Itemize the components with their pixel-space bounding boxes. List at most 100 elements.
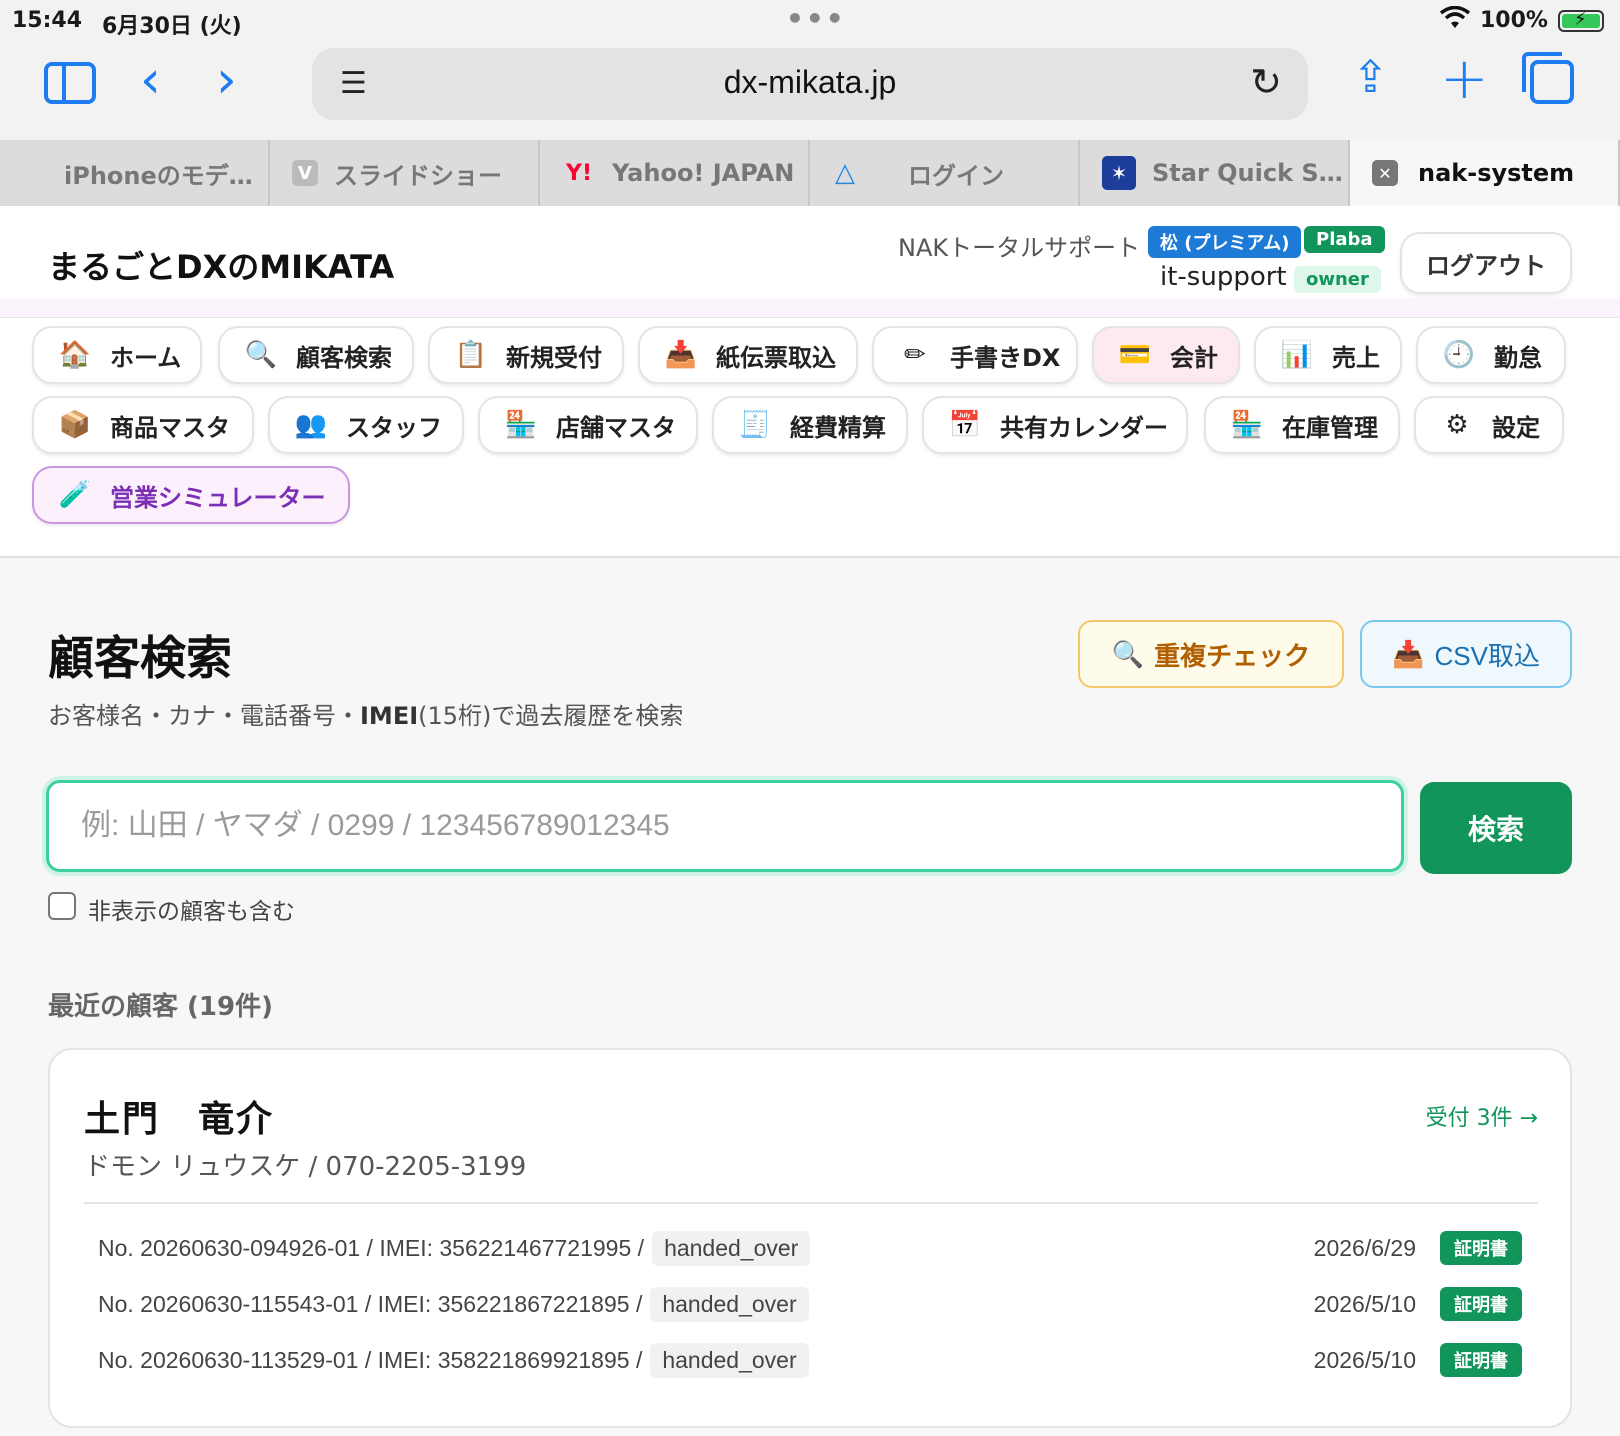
role-badge: owner: [1294, 266, 1381, 293]
nav-sales-simulator[interactable]: 🧪 営業シミュレーター: [32, 466, 350, 524]
wifi-icon: [1440, 6, 1470, 28]
apple-icon: [22, 160, 48, 186]
csv-import-button[interactable]: 📥 CSV取込: [1360, 620, 1572, 688]
clipboard-icon: 📋: [454, 340, 488, 370]
certificate-button[interactable]: 証明書: [1440, 1287, 1522, 1321]
nav-attendance[interactable]: 🕘 勤怠: [1416, 326, 1566, 384]
share-icon[interactable]: ⇪: [1352, 52, 1389, 103]
status-date: 6月30日 (火): [102, 14, 242, 39]
tab-strip: iPhoneのモデ… V スライドショー Y! Yahoo! JAPAN △ ロ…: [0, 140, 1620, 206]
nav-home[interactable]: 🏠 ホーム: [32, 326, 202, 384]
customer-card[interactable]: 土門 竜介 ドモン リュウスケ / 070-2205-3199 受付 3件 → …: [48, 1048, 1572, 1428]
nav-new-reception[interactable]: 📋 新規受付: [428, 326, 624, 384]
inbox-tray-icon: 📥: [1392, 638, 1425, 669]
sidebar-toggle-icon[interactable]: [44, 62, 96, 104]
record-number: No. 20260630-113529-01 / IMEI: 358221869…: [98, 1346, 643, 1373]
forward-icon[interactable]: ›: [216, 50, 237, 110]
nav-paper-import[interactable]: 📥 紙伝票取込: [638, 326, 858, 384]
battery-icon: ⚡: [1558, 9, 1604, 32]
app-header: まるごとDXのMIKATA NAKトータルサポート 松 (プレミアム) Plab…: [0, 206, 1620, 298]
nav-label: 在庫管理: [1282, 413, 1378, 442]
include-hidden-checkbox[interactable]: [48, 892, 76, 920]
reception-record[interactable]: No. 20260630-094926-01 / IMEI: 356221467…: [98, 1226, 1522, 1270]
nav-product-master[interactable]: 📦 商品マスタ: [32, 396, 254, 454]
tab-login[interactable]: △ ログイン: [810, 140, 1080, 206]
nav-label: 紙伝票取込: [716, 343, 836, 372]
nav-label: 共有カレンダー: [1000, 413, 1168, 442]
tab-nak-system[interactable]: ✕ nak-system: [1350, 140, 1620, 206]
star-quick-icon: ✶: [1102, 156, 1136, 190]
customer-name[interactable]: 土門 竜介: [84, 1090, 274, 1142]
certificate-button[interactable]: 証明書: [1440, 1343, 1522, 1377]
record-number: No. 20260630-115543-01 / IMEI: 356221867…: [98, 1290, 643, 1317]
bar-chart-icon: 📊: [1280, 340, 1314, 370]
package-icon: 📦: [58, 410, 92, 440]
recent-customers-heading: 最近の顧客 (19件): [48, 992, 273, 1022]
reception-record[interactable]: No. 20260630-115543-01 / IMEI: 356221867…: [98, 1282, 1522, 1326]
drive-icon: △: [835, 158, 855, 188]
include-hidden-label[interactable]: 非表示の顧客も含む: [88, 892, 295, 926]
status-bar: 15:44 6月30日 (火) ••• 100% ⚡: [0, 0, 1620, 42]
close-icon[interactable]: ✕: [1372, 160, 1398, 186]
pencil-icon: ✏: [904, 340, 926, 370]
nav-customer-search[interactable]: 🔍 顧客検索: [218, 326, 414, 384]
duplicate-check-label: 重複チェック: [1154, 640, 1311, 671]
brand-title[interactable]: まるごとDXのMIKATA: [48, 242, 394, 288]
record-date: 2026/6/29: [1313, 1234, 1416, 1261]
reload-icon[interactable]: ↻: [1250, 60, 1282, 104]
multitask-dots-icon[interactable]: •••: [786, 2, 846, 35]
nav-sales[interactable]: 📊 売上: [1254, 326, 1402, 384]
credit-card-icon: 💳: [1118, 340, 1152, 370]
yahoo-icon: Y!: [566, 160, 592, 186]
customer-search-input[interactable]: [46, 780, 1404, 872]
tabs-overview-icon[interactable]: [1522, 52, 1574, 104]
v-icon: V: [292, 160, 318, 186]
page-subtitle: お客様名・カナ・電話番号・IMEI(15桁)で過去履歴を検索: [48, 696, 683, 731]
status-badge: handed_over: [650, 1342, 809, 1378]
new-tab-icon[interactable]: +: [1440, 44, 1489, 112]
tab-iphone-models[interactable]: iPhoneのモデ…: [0, 140, 270, 206]
address-bar[interactable]: ☰ dx-mikata.jp ↻: [312, 48, 1308, 120]
people-icon: 👥: [294, 410, 328, 440]
nav-accounting[interactable]: 💳 会計: [1092, 326, 1240, 384]
gear-icon: ⚙: [1445, 410, 1469, 440]
calendar-icon: 📅: [948, 410, 982, 440]
subtitle-text-tail: (15桁)で過去履歴を検索: [418, 702, 684, 730]
receipt-icon: 🧾: [738, 410, 772, 440]
record-date: 2026/5/10: [1313, 1290, 1416, 1317]
main-nav: 🏠 ホーム 🔍 顧客検索 📋 新規受付 📥 紙伝票取込 ✏ 手書きDX 💳 会計…: [0, 318, 1620, 558]
back-icon[interactable]: ‹: [140, 50, 161, 110]
tab-label: Yahoo! JAPAN: [612, 159, 795, 187]
customer-kana-phone: ドモン リュウスケ / 070-2205-3199: [84, 1152, 527, 1182]
tab-star-quick[interactable]: ✶ Star Quick S…: [1080, 140, 1350, 206]
nav-shared-calendar[interactable]: 📅 共有カレンダー: [922, 396, 1188, 454]
tab-slideshow[interactable]: V スライドショー: [270, 140, 540, 206]
reception-record[interactable]: No. 20260630-113529-01 / IMEI: 358221869…: [98, 1338, 1522, 1382]
nav-staff[interactable]: 👥 スタッフ: [268, 396, 464, 454]
nav-inventory[interactable]: 🏪 在庫管理: [1204, 396, 1400, 454]
plan-badge: 松 (プレミアム): [1148, 226, 1302, 258]
nav-store-master[interactable]: 🏪 店舗マスタ: [478, 396, 698, 454]
nav-settings[interactable]: ⚙ 設定: [1414, 396, 1564, 454]
nav-handwriting-dx[interactable]: ✏ 手書きDX: [872, 326, 1078, 384]
subtitle-imei: IMEI: [360, 702, 419, 730]
search-button[interactable]: 検索: [1420, 782, 1572, 874]
certificate-button[interactable]: 証明書: [1440, 1231, 1522, 1265]
duplicate-check-button[interactable]: 🔍 重複チェック: [1078, 620, 1344, 688]
nav-expense[interactable]: 🧾 経費精算: [712, 396, 908, 454]
nav-label: 店舗マスタ: [556, 413, 676, 442]
convenience-store-icon: 🏪: [504, 410, 538, 440]
nav-label: 設定: [1492, 413, 1540, 442]
nav-label: 新規受付: [506, 343, 602, 372]
logout-button[interactable]: ログアウト: [1400, 232, 1572, 294]
record-number: No. 20260630-094926-01 / IMEI: 356221467…: [98, 1234, 645, 1261]
reception-count-link[interactable]: 受付 3件 →: [1426, 1100, 1538, 1132]
nav-label: ホーム: [110, 343, 182, 372]
house-icon: 🏠: [58, 340, 92, 370]
csv-import-label: CSV取込: [1434, 640, 1540, 671]
organization-name: NAKトータルサポート: [898, 234, 1141, 262]
tab-yahoo[interactable]: Y! Yahoo! JAPAN: [540, 140, 810, 206]
nav-label: 経費精算: [790, 413, 886, 442]
nav-label: スタッフ: [346, 413, 442, 442]
nav-label: 顧客検索: [296, 343, 392, 372]
